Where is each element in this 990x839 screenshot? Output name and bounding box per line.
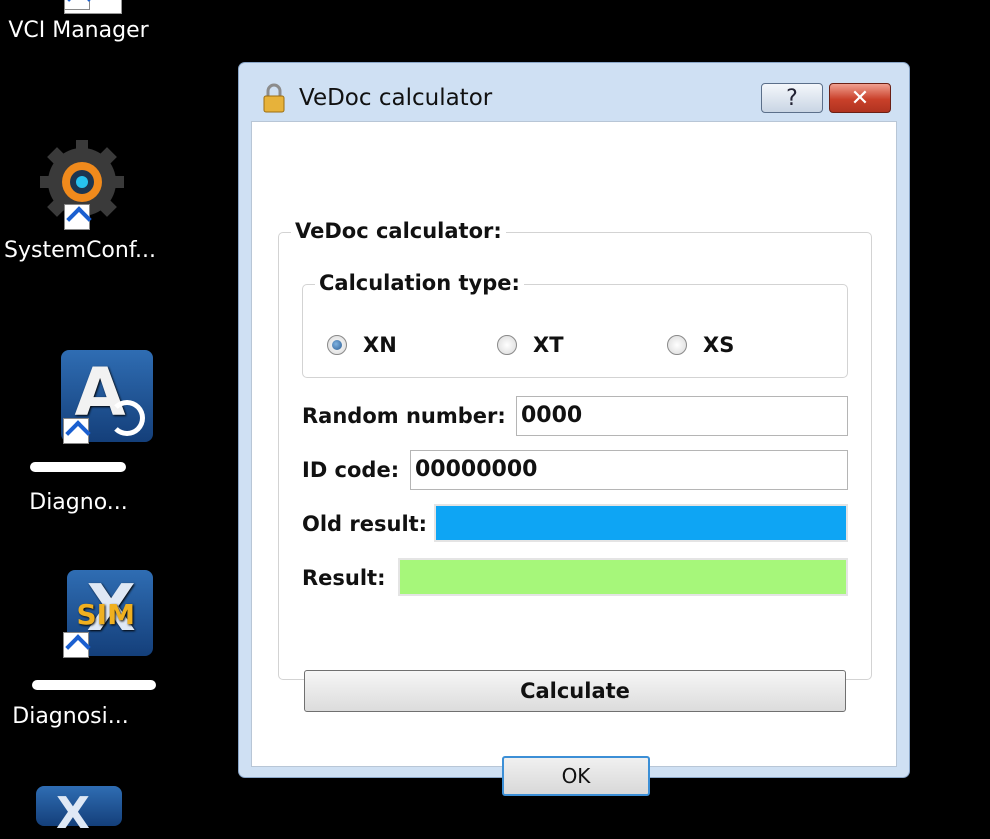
window-title: VeDoc calculator bbox=[299, 85, 493, 111]
desktop-icon-partial[interactable]: X bbox=[36, 786, 122, 839]
help-icon: ? bbox=[786, 85, 798, 111]
close-icon: ✕ bbox=[850, 85, 870, 111]
desktop-icon-label: SystemConf... bbox=[4, 238, 156, 263]
help-button[interactable]: ? bbox=[761, 83, 823, 113]
desktop-icon-xentry-sim[interactable]: X SIM Diagnosi... bbox=[0, 570, 156, 729]
radio-xs-label: XS bbox=[703, 333, 735, 357]
calculation-type-title: Calculation type: bbox=[315, 271, 524, 295]
calculate-button[interactable]: Calculate bbox=[304, 670, 846, 712]
radio-xn-label: XN bbox=[363, 333, 397, 357]
desktop-icon-systemconf[interactable]: SystemConf... bbox=[0, 136, 160, 263]
close-button[interactable]: ✕ bbox=[829, 83, 891, 113]
lock-icon bbox=[263, 83, 285, 113]
random-number-label: Random number: bbox=[302, 404, 506, 428]
radio-checked-icon bbox=[327, 335, 347, 355]
xentry-sim-diagnosis-icon: X SIM bbox=[31, 570, 153, 664]
group-title: VeDoc calculator: bbox=[291, 219, 506, 243]
xentry-partial-icon: X bbox=[56, 788, 90, 839]
vedoc-calculator-window: VeDoc calculator ? ✕ VeDoc calculator: C… bbox=[238, 62, 910, 796]
id-code-input[interactable]: 00000000 bbox=[410, 450, 848, 490]
result-label: Result: bbox=[302, 566, 386, 590]
old-result-field[interactable] bbox=[434, 504, 848, 542]
client-area: VeDoc calculator: Calculation type: XN X… bbox=[251, 121, 897, 796]
old-result-label: Old result: bbox=[302, 512, 428, 536]
title-bar[interactable]: VeDoc calculator ? ✕ bbox=[239, 63, 909, 121]
random-number-input[interactable]: 0000 bbox=[516, 396, 848, 436]
radio-xt[interactable]: XT bbox=[497, 333, 564, 357]
desktop-icon-label: Diagnosi... bbox=[12, 704, 129, 729]
xentry-a-diagnosis-icon: A bbox=[31, 350, 153, 444]
radio-xn[interactable]: XN bbox=[327, 333, 397, 357]
radio-xt-label: XT bbox=[533, 333, 564, 357]
ok-button[interactable]: OK bbox=[502, 756, 650, 796]
desktop-icon-xentry-diagnosis[interactable]: A Diagno... bbox=[0, 350, 155, 515]
id-code-label: ID code: bbox=[302, 458, 400, 482]
redacted-scribble bbox=[30, 462, 126, 472]
desktop-icon-label: Diagno... bbox=[29, 490, 128, 515]
desktop-icon-vci-manager[interactable]: VCI Manager bbox=[6, 0, 151, 43]
result-field[interactable] bbox=[398, 558, 848, 596]
calculation-type-group: Calculation type: XN XT XS bbox=[302, 271, 848, 378]
radio-unchecked-icon bbox=[667, 335, 687, 355]
radio-xs[interactable]: XS bbox=[667, 333, 734, 357]
radio-unchecked-icon bbox=[497, 335, 517, 355]
vci-manager-icon bbox=[34, 0, 124, 14]
system-config-gear-icon bbox=[32, 136, 128, 232]
desktop-icon-label: VCI Manager bbox=[8, 18, 149, 43]
redacted-scribble bbox=[32, 680, 156, 690]
